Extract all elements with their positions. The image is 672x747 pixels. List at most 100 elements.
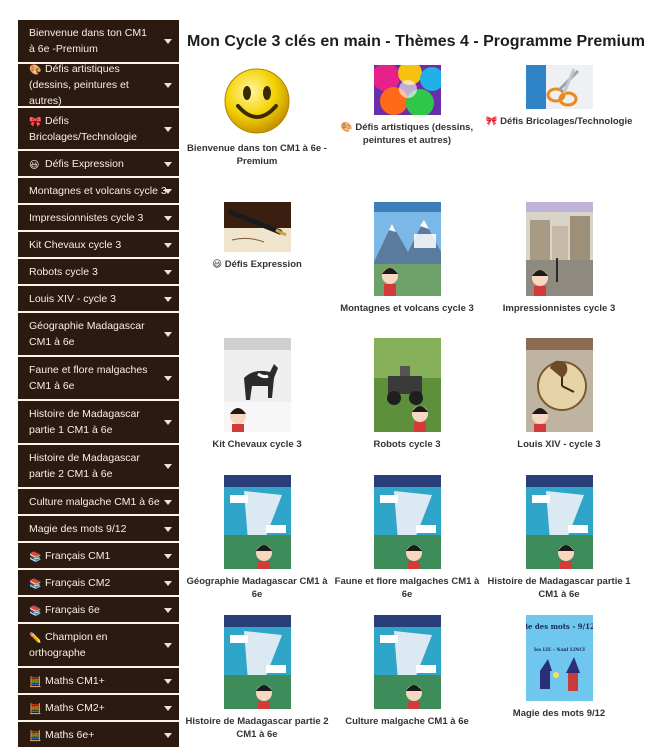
madagascar-cover-thumbnail bbox=[223, 615, 291, 709]
magie-des-mots-cover-thumbnail: Magie des mots - 9/12 ans Iss LIE - Nanl… bbox=[525, 615, 593, 701]
sidebar-item-magie-mots[interactable]: Magie des mots 9/12 bbox=[18, 516, 179, 543]
sidebar-item-robots[interactable]: Robots cycle 3 bbox=[18, 259, 179, 286]
sidebar-item-label: Défis Expression bbox=[45, 157, 124, 170]
palette-icon: 🎨 bbox=[340, 122, 353, 133]
tile-label: Histoire de Madagascar partie 1 CM1 à 6e bbox=[487, 576, 631, 600]
sidebar-item-culture-malgache[interactable]: Culture malgache CM1 à 6e bbox=[18, 489, 179, 516]
chevron-down-icon[interactable] bbox=[164, 580, 172, 586]
sidebar-item-label: Géographie Madagascar CM1 à 6e bbox=[29, 320, 145, 348]
sidebar-item-label: Maths CM2+ bbox=[45, 701, 105, 714]
chevron-down-icon[interactable] bbox=[164, 499, 172, 505]
chevron-down-icon[interactable] bbox=[164, 553, 172, 559]
sidebar-item-francais-cm2[interactable]: 📚 Français CM2 bbox=[18, 570, 179, 597]
books-icon: 📚 bbox=[29, 578, 42, 590]
tile-label: Kit Chevaux cycle 3 bbox=[212, 439, 302, 450]
chevron-down-icon[interactable] bbox=[164, 376, 172, 381]
sidebar-item-faune-flore[interactable]: Faune et flore malgaches CM1 à 6e bbox=[18, 357, 179, 401]
tile-label: Magie des mots 9/12 bbox=[512, 708, 606, 719]
sidebar-item-label: Défis artistiques (dessins, peintures et… bbox=[29, 63, 129, 107]
tile-label: Impressionnistes cycle 3 bbox=[502, 303, 616, 314]
sidebar-item-francais-cm1[interactable]: 📚 Français CM1 bbox=[18, 543, 179, 570]
horse-cover-thumbnail bbox=[223, 338, 291, 432]
tile-label: Robots cycle 3 bbox=[373, 439, 441, 450]
chevron-down-icon[interactable] bbox=[164, 188, 172, 194]
chevron-down-icon[interactable] bbox=[164, 39, 172, 44]
chevron-down-icon[interactable] bbox=[164, 296, 172, 302]
sidebar-item-francais-6e[interactable]: 📚 Français 6e bbox=[18, 597, 179, 624]
chevron-down-icon[interactable] bbox=[164, 126, 172, 132]
sidebar-item-label: Maths 6e+ bbox=[45, 728, 95, 741]
sidebar-menu: Bienvenue dans ton CM1 à 6e -Premium 🎨 Dé… bbox=[18, 20, 179, 747]
tile-faune-flore[interactable]: Faune et flore malgaches CM1 à 6e bbox=[332, 475, 482, 601]
chevron-down-icon[interactable] bbox=[164, 678, 172, 684]
sidebar-item-label: Faune et flore malgaches CM1 à 6e bbox=[29, 364, 148, 392]
sidebar-item-defis-artistiques[interactable]: 🎨 Défis artistiques (dessins, peintures e… bbox=[18, 63, 179, 108]
chevron-down-icon[interactable] bbox=[164, 705, 172, 711]
sidebar-item-maths-cm1[interactable]: 🧮 Maths CM1+ bbox=[18, 668, 179, 695]
chevron-down-icon[interactable] bbox=[164, 420, 172, 425]
tile-chevaux[interactable]: Kit Chevaux cycle 3 bbox=[182, 338, 332, 451]
tile-geographie-madagascar[interactable]: Géographie Madagascar CM1 à 6e bbox=[182, 475, 332, 601]
abacus-icon: 🧮 bbox=[29, 703, 42, 715]
madagascar-cover-thumbnail bbox=[373, 615, 441, 709]
chevron-down-icon[interactable] bbox=[164, 269, 172, 275]
grin-face-icon: 😃 bbox=[212, 259, 223, 270]
sidebar-item-louis-xiv[interactable]: Louis XIV - cycle 3 bbox=[18, 286, 179, 313]
chevron-down-icon[interactable] bbox=[164, 464, 172, 469]
chevron-down-icon[interactable] bbox=[164, 526, 172, 532]
tile-magie-mots[interactable]: Magie des mots - 9/12 ans Iss LIE - Nanl… bbox=[484, 615, 634, 720]
ribbon-icon: 🎀 bbox=[29, 116, 42, 128]
louis-xiv-cover-thumbnail bbox=[525, 338, 593, 432]
sidebar-item-geographie-madagascar[interactable]: Géographie Madagascar CM1 à 6e bbox=[18, 313, 179, 357]
tile-robots[interactable]: Robots cycle 3 bbox=[332, 338, 482, 451]
sidebar-item-defis-bricolages[interactable]: 🎀 Défis Bricolages/Technologie bbox=[18, 108, 179, 151]
sidebar-item-label: Culture malgache CM1 à 6e bbox=[29, 495, 160, 508]
tile-label: Bienvenue dans ton CM1 à 6e -Premium bbox=[187, 143, 327, 167]
tile-label: Géographie Madagascar CM1 à 6e bbox=[186, 576, 328, 600]
sidebar-item-orthographe[interactable]: ✏️ Champion en orthographe bbox=[18, 624, 179, 668]
tile-defis-expression[interactable]: 😃 Défis Expression bbox=[182, 202, 332, 271]
sidebar-item-label: Bienvenue dans ton CM1 à 6e -Premium bbox=[29, 27, 147, 55]
sidebar-item-histoire-1[interactable]: Histoire de Madagascar partie 1 CM1 à 6e bbox=[18, 401, 179, 445]
chevron-down-icon[interactable] bbox=[164, 643, 172, 648]
sidebar-item-label: Magie des mots 9/12 bbox=[29, 522, 127, 535]
ribbon-icon: 🎀 bbox=[485, 116, 498, 127]
cover-title-text: Magie des mots - 9/12 ans bbox=[526, 622, 593, 631]
tile-histoire-1[interactable]: Histoire de Madagascar partie 1 CM1 à 6e bbox=[484, 475, 634, 601]
tile-histoire-2[interactable]: Histoire de Madagascar partie 2 CM1 à 6e bbox=[182, 615, 332, 741]
tile-culture-malgache[interactable]: Culture malgache CM1 à 6e bbox=[332, 615, 482, 728]
fountain-pen-thumbnail bbox=[223, 202, 291, 252]
tile-louis-xiv[interactable]: Louis XIV - cycle 3 bbox=[484, 338, 634, 451]
sidebar-item-chevaux[interactable]: Kit Chevaux cycle 3 bbox=[18, 232, 179, 259]
tile-impressionnistes[interactable]: Impressionnistes cycle 3 bbox=[484, 202, 634, 315]
chevron-down-icon[interactable] bbox=[164, 215, 172, 221]
mountain-cover-thumbnail bbox=[373, 202, 441, 296]
tile-defis-bricolages[interactable]: 🎀 Défis Bricolages/Technologie bbox=[484, 65, 634, 128]
chevron-down-icon[interactable] bbox=[164, 607, 172, 613]
paris-street-cover-thumbnail bbox=[525, 202, 593, 296]
sidebar-item-maths-cm2[interactable]: 🧮 Maths CM2+ bbox=[18, 695, 179, 722]
sidebar-item-defis-expression[interactable]: 😃 Défis Expression bbox=[18, 151, 179, 178]
sidebar-item-label: Impressionnistes cycle 3 bbox=[29, 211, 144, 224]
books-icon: 📚 bbox=[29, 551, 42, 563]
chevron-down-icon[interactable] bbox=[164, 732, 172, 738]
tile-montagnes[interactable]: Montagnes et volcans cycle 3 bbox=[332, 202, 482, 315]
chevron-down-icon[interactable] bbox=[164, 161, 172, 167]
chevron-down-icon[interactable] bbox=[164, 332, 172, 337]
sidebar-item-montagnes[interactable]: Montagnes et volcans cycle 3 bbox=[18, 178, 179, 205]
sidebar-item-maths-6e[interactable]: 🧮 Maths 6e+ bbox=[18, 722, 179, 747]
sidebar-item-bienvenue[interactable]: Bienvenue dans ton CM1 à 6e -Premium bbox=[18, 20, 179, 64]
chevron-down-icon[interactable] bbox=[164, 242, 172, 248]
palette-icon: 🎨 bbox=[29, 65, 42, 76]
sidebar-item-label: Français CM1 bbox=[45, 549, 111, 562]
tile-defis-artistiques[interactable]: 🎨 Défis artistiques (dessins, peintures … bbox=[332, 65, 482, 147]
sidebar-item-label: Kit Chevaux cycle 3 bbox=[29, 238, 122, 251]
sidebar-item-histoire-2[interactable]: Histoire de Madagascar partie 2 CM1 à 6e bbox=[18, 445, 179, 489]
cover-author-text: Iss LIE - Nanl LINCI bbox=[533, 647, 584, 653]
books-icon: 📚 bbox=[29, 605, 42, 617]
chevron-down-icon[interactable] bbox=[164, 83, 172, 88]
sidebar-item-impressionnistes[interactable]: Impressionnistes cycle 3 bbox=[18, 205, 179, 232]
tile-label: Défis artistiques (dessins, peintures et… bbox=[355, 122, 474, 146]
tile-bienvenue[interactable]: Bienvenue dans ton CM1 à 6e -Premium bbox=[182, 66, 332, 168]
sidebar-item-label: Histoire de Madagascar partie 2 CM1 à 6e bbox=[29, 452, 140, 480]
